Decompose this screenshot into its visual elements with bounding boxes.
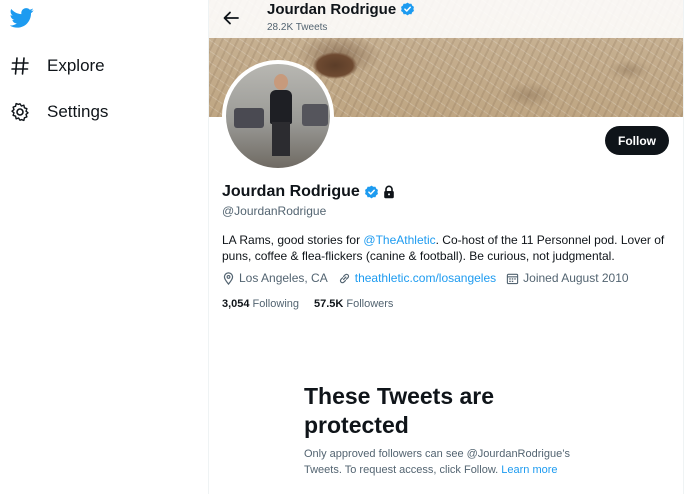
sidebar-item-label: Explore xyxy=(47,56,105,75)
followers-label: Followers xyxy=(346,298,394,310)
profile-name-text: Jourdan Rodrigue xyxy=(222,183,360,200)
sidebar-item-explore[interactable]: Explore xyxy=(10,52,105,80)
follow-stats: 3,054 Following 57.5K Followers xyxy=(222,298,408,310)
avatar-person-legs xyxy=(272,122,290,156)
follow-button[interactable]: Follow xyxy=(605,126,669,155)
protected-tweets-message: Only approved followers can see @Jourdan… xyxy=(304,446,604,478)
tweet-count: 28.2K Tweets xyxy=(267,22,328,33)
avatar[interactable] xyxy=(222,60,334,172)
avatar-camera-right xyxy=(302,104,328,126)
following-link[interactable]: 3,054 Following xyxy=(222,298,299,310)
header-profile-name: Jourdan Rodrigue xyxy=(267,1,415,18)
profile-location: Los Angeles, CA xyxy=(222,271,328,285)
joined-text: Joined August 2010 xyxy=(523,271,629,285)
profile-meta: Los Angeles, CA theathletic.com/losangel… xyxy=(222,271,639,285)
following-count: 3,054 xyxy=(222,298,250,310)
location-text: Los Angeles, CA xyxy=(239,271,328,285)
location-pin-icon xyxy=(223,271,234,285)
website-link[interactable]: theathletic.com/losangeles xyxy=(355,271,496,285)
bio-mention-link[interactable]: @TheAthletic xyxy=(363,233,435,247)
profile-column: Jourdan Rodrigue 28.2K Tweets Follow Jou… xyxy=(208,0,684,494)
calendar-icon xyxy=(506,273,519,284)
header-name-text: Jourdan Rodrigue xyxy=(267,1,397,18)
left-sidebar: Explore Settings xyxy=(0,0,208,494)
bio-text: LA Rams, good stories for xyxy=(222,233,364,247)
following-label: Following xyxy=(252,298,299,310)
back-arrow-icon[interactable] xyxy=(221,8,241,28)
twitter-bird-icon[interactable] xyxy=(10,8,34,28)
verified-badge-icon xyxy=(401,2,415,16)
sidebar-item-settings[interactable]: Settings xyxy=(10,98,108,126)
verified-badge-icon xyxy=(364,185,378,198)
profile-handle: @JourdanRodrigue xyxy=(222,204,327,218)
lock-icon xyxy=(383,185,394,199)
profile-joined: Joined August 2010 xyxy=(506,271,629,285)
followers-count: 57.5K xyxy=(314,298,344,310)
profile-bio: LA Rams, good stories for @TheAthletic. … xyxy=(222,232,672,264)
followers-link[interactable]: 57.5K Followers xyxy=(314,298,393,310)
learn-more-link[interactable]: Learn more xyxy=(501,464,557,476)
avatar-camera-left xyxy=(234,108,264,128)
link-icon xyxy=(339,273,349,283)
protected-tweets-title: These Tweets are protected xyxy=(304,383,495,438)
avatar-person-torso xyxy=(270,90,292,124)
gear-icon xyxy=(10,102,30,122)
profile-name: Jourdan Rodrigue xyxy=(222,183,396,201)
avatar-person-head xyxy=(274,74,288,90)
hashtag-icon xyxy=(10,56,30,76)
profile-header-bar: Jourdan Rodrigue 28.2K Tweets xyxy=(209,0,683,38)
profile-website[interactable]: theathletic.com/losangeles xyxy=(338,271,496,285)
sidebar-item-label: Settings xyxy=(47,102,109,121)
